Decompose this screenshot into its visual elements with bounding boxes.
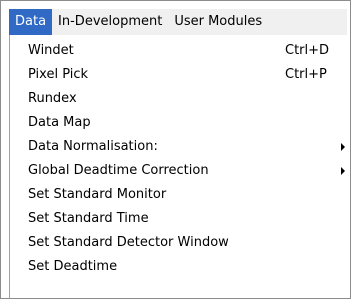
menu-item-set-deadtime[interactable]: Set Deadtime: [10, 255, 350, 279]
menu-in-development[interactable]: In-Development: [52, 9, 168, 35]
menu-item-data-map[interactable]: Data Map: [10, 111, 350, 135]
menu-item-label: Data Map: [28, 115, 91, 130]
application-window: Data In-Development User Modules Windet …: [0, 0, 351, 299]
menu-item-set-standard-monitor[interactable]: Set Standard Monitor: [10, 183, 350, 207]
menu-item-label: Set Standard Time: [28, 211, 149, 226]
menu-item-label: Global Deadtime Correction: [28, 163, 209, 178]
menu-data[interactable]: Data: [9, 9, 53, 35]
shortcut-label: Ctrl+P: [285, 67, 327, 82]
menu-item-windet[interactable]: Windet Ctrl+D: [10, 39, 350, 63]
menu-item-label: Set Deadtime: [28, 259, 118, 274]
menu-item-set-standard-detector-window[interactable]: Set Standard Detector Window: [10, 231, 350, 255]
chevron-right-icon: [341, 143, 345, 151]
menu-item-label: Rundex: [28, 91, 77, 106]
menu-item-label: Windet: [28, 43, 74, 58]
menubar: Data In-Development User Modules: [9, 9, 347, 35]
chevron-right-icon: [341, 167, 345, 175]
menu-user-modules[interactable]: User Modules: [168, 9, 268, 35]
menu-item-rundex[interactable]: Rundex: [10, 87, 350, 111]
menu-item-label: Pixel Pick: [28, 67, 89, 82]
data-dropdown-menu: Windet Ctrl+D Pixel Pick Ctrl+P Rundex D…: [9, 35, 350, 298]
menu-item-data-normalisation[interactable]: Data Normalisation:: [10, 135, 350, 159]
menu-item-set-standard-time[interactable]: Set Standard Time: [10, 207, 350, 231]
menu-item-global-deadtime-correction[interactable]: Global Deadtime Correction: [10, 159, 350, 183]
menu-item-label: Set Standard Detector Window: [28, 235, 229, 250]
menu-item-label: Data Normalisation:: [28, 139, 158, 154]
menu-item-pixel-pick[interactable]: Pixel Pick Ctrl+P: [10, 63, 350, 87]
menu-item-label: Set Standard Monitor: [28, 187, 167, 202]
shortcut-label: Ctrl+D: [285, 43, 330, 58]
